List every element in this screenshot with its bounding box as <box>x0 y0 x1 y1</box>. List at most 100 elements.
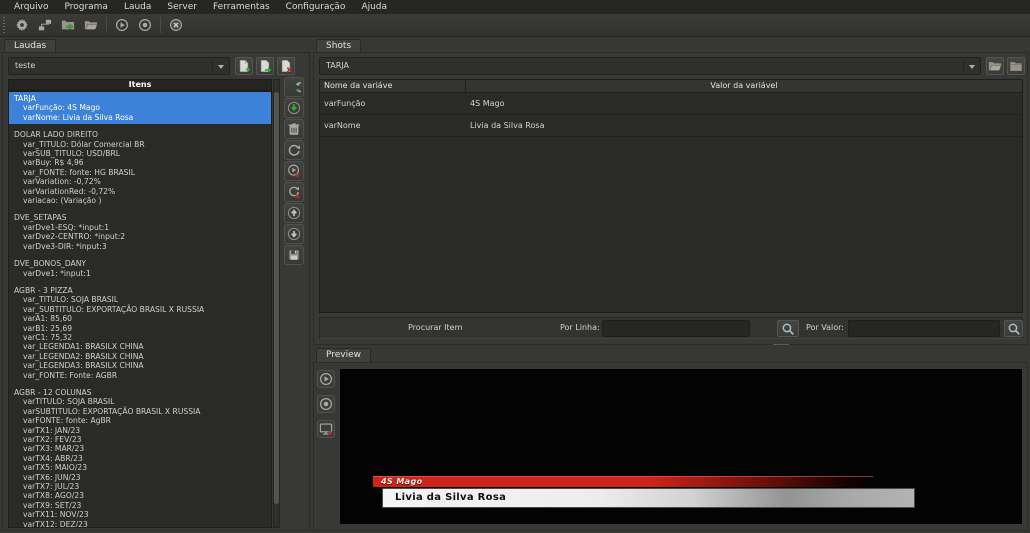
items-scrollbar-thumb[interactable] <box>274 92 279 504</box>
open-import-button[interactable] <box>58 15 78 35</box>
menu-item-ferramentas[interactable]: Ferramentas <box>205 0 278 14</box>
close-icon <box>169 18 183 32</box>
start-button[interactable] <box>112 15 132 35</box>
stop-button[interactable] <box>166 15 186 35</box>
lauda-select[interactable]: teste <box>8 57 230 75</box>
variable-name-cell: varNome <box>320 115 466 136</box>
preview-toolbar <box>317 370 335 438</box>
sync-cancel-button[interactable] <box>284 182 304 202</box>
menu-item-lauda[interactable]: Lauda <box>116 0 159 14</box>
toolbar-separator <box>106 17 107 33</box>
menubar: ArquivoProgramaLaudaServerFerramentasCon… <box>0 0 1030 14</box>
move-up-button[interactable] <box>284 203 304 223</box>
list-item-variable: var_SUBTITULO: EXPORTAÇÃO BRASIL X RUSSI… <box>9 305 271 314</box>
list-item-variable: varTX5: MAIO/23 <box>9 463 271 472</box>
list-item-variable: varSUBTITULO: EXPORTAÇÃO BRASIL X RUSSIA <box>9 407 271 416</box>
list-item[interactable]: TARJAvarFunção: 4S MagovarNome: Livia da… <box>9 92 271 124</box>
toolbar-grip-handle[interactable] <box>2 17 7 33</box>
arrow-up-icon <box>287 206 301 220</box>
record-button[interactable] <box>135 15 155 35</box>
list-item-variable: varTX11: NOV/23 <box>9 510 271 519</box>
list-item[interactable]: DVE_SETAPASvarDve1-ESQ: *input:1varDve2-… <box>9 211 271 253</box>
variable-value-cell: 4S Mago <box>466 93 1022 114</box>
table-row[interactable]: varFunção4S Mago <box>320 93 1022 115</box>
add-lauda-button[interactable] <box>256 57 274 75</box>
save-button[interactable] <box>284 245 304 265</box>
variable-name-cell: varFunção <box>320 93 466 114</box>
record-icon <box>319 397 333 411</box>
list-item-variable: varTX12: DEZ/23 <box>9 520 271 528</box>
trash-icon <box>287 122 301 136</box>
menu-item-configuração[interactable]: Configuração <box>278 0 354 14</box>
list-item-variable: varSUB_TITULO: USD/BRL <box>9 149 271 158</box>
menu-item-ajuda[interactable]: Ajuda <box>353 0 395 14</box>
revert-button[interactable] <box>284 77 304 97</box>
doc-new-icon <box>237 59 251 73</box>
variables-table-header: Nome da variáve Valor da variável <box>320 80 1022 93</box>
items-side-toolbar <box>284 77 304 265</box>
list-item-variable: varFunção: 4S Mago <box>9 103 271 112</box>
list-item-variable: varDve1: *input:1 <box>9 269 271 278</box>
list-item[interactable]: DVE_BONOS_DANYvarDve1: *input:1 <box>9 257 271 280</box>
preview-record-button[interactable] <box>317 395 335 413</box>
col-variable-value[interactable]: Valor da variável <box>466 80 1022 92</box>
download-button[interactable] <box>284 98 304 118</box>
table-row[interactable]: varNomeLivia da Silva Rosa <box>320 115 1022 137</box>
list-item-variable: varC1: 75,32 <box>9 333 271 342</box>
list-item-variable: varTITULO: SOJA BRASIL <box>9 397 271 406</box>
list-item-title: AGBR - 12 COLUNAS <box>9 388 271 397</box>
tab-laudas[interactable]: Laudas <box>4 39 56 53</box>
list-item-title: DOLAR LADO DIREITO <box>9 130 271 139</box>
delete-lauda-button[interactable] <box>277 57 295 75</box>
connect-server-button[interactable] <box>35 15 55 35</box>
by-line-input[interactable] <box>602 320 750 337</box>
by-value-label: Por Valor: <box>806 323 844 332</box>
menu-item-server[interactable]: Server <box>159 0 205 14</box>
list-item-variable: variacao: (Variação ) <box>9 196 271 205</box>
list-item-variable: varTX1: JAN/23 <box>9 426 271 435</box>
play-cancel-button[interactable] <box>284 161 304 181</box>
delete-button[interactable] <box>284 119 304 139</box>
items-list[interactable]: TARJAvarFunção: 4S MagovarNome: Livia da… <box>8 91 272 528</box>
menu-item-arquivo[interactable]: Arquivo <box>6 0 56 14</box>
by-value-input[interactable] <box>848 320 1000 337</box>
move-down-button[interactable] <box>284 224 304 244</box>
items-scrollbar[interactable] <box>273 79 280 528</box>
record-icon <box>138 18 152 32</box>
list-item-variable: var_TITULO: Dólar Comercial BR <box>9 140 271 149</box>
shot-select[interactable]: TARJA <box>319 57 981 75</box>
preview-canvas: 4S Mago Livia da Silva Rosa <box>340 369 1022 524</box>
load-shot-button[interactable] <box>986 57 1004 75</box>
preview-clear-button[interactable] <box>317 420 335 438</box>
main-toolbar <box>0 14 1030 37</box>
shots-folder-button[interactable] <box>1007 57 1025 75</box>
list-item-variable: var_FONTE: fonte: HG BRASIL <box>9 168 271 177</box>
settings-button[interactable] <box>12 15 32 35</box>
list-item-variable: varDve1-ESQ: *input:1 <box>9 223 271 232</box>
list-item[interactable]: AGBR - 3 PIZZAvar_TITULO: SOJA BRASILvar… <box>9 284 271 382</box>
list-item-variable: varTX9: SET/23 <box>9 501 271 510</box>
preview-play-button[interactable] <box>317 370 335 388</box>
splitter-handle[interactable] <box>773 344 789 346</box>
search-by-line-button[interactable] <box>777 320 799 337</box>
tab-shots[interactable]: Shots <box>316 39 361 53</box>
folder-open-icon <box>84 18 98 32</box>
list-item-variable: varA1: 85,60 <box>9 314 271 323</box>
list-item-variable: var_LEGENDA3: BRASILX CHINA <box>9 361 271 370</box>
items-list-header: Itens <box>8 79 272 91</box>
list-item[interactable]: AGBR - 12 COLUNASvarTITULO: SOJA BRASILv… <box>9 386 271 528</box>
open-folder-button[interactable] <box>81 15 101 35</box>
list-item-variable: var_LEGENDA2: BRASILX CHINA <box>9 352 271 361</box>
col-variable-name[interactable]: Nome da variáve <box>320 80 466 92</box>
search-icon <box>781 322 795 336</box>
list-item-title: DVE_BONOS_DANY <box>9 259 271 268</box>
search-by-value-button[interactable] <box>1004 320 1023 337</box>
list-item[interactable]: DOLAR LADO DIREITOvar_TITULO: Dólar Come… <box>9 128 271 207</box>
list-item-variable: varBuy: R$ 4,96 <box>9 158 271 167</box>
new-lauda-button[interactable] <box>235 57 253 75</box>
menu-item-programa[interactable]: Programa <box>56 0 116 14</box>
tab-preview[interactable]: Preview <box>316 348 371 362</box>
refresh-button[interactable] <box>284 140 304 160</box>
gear-icon <box>15 18 29 32</box>
revert-icon <box>287 80 301 94</box>
